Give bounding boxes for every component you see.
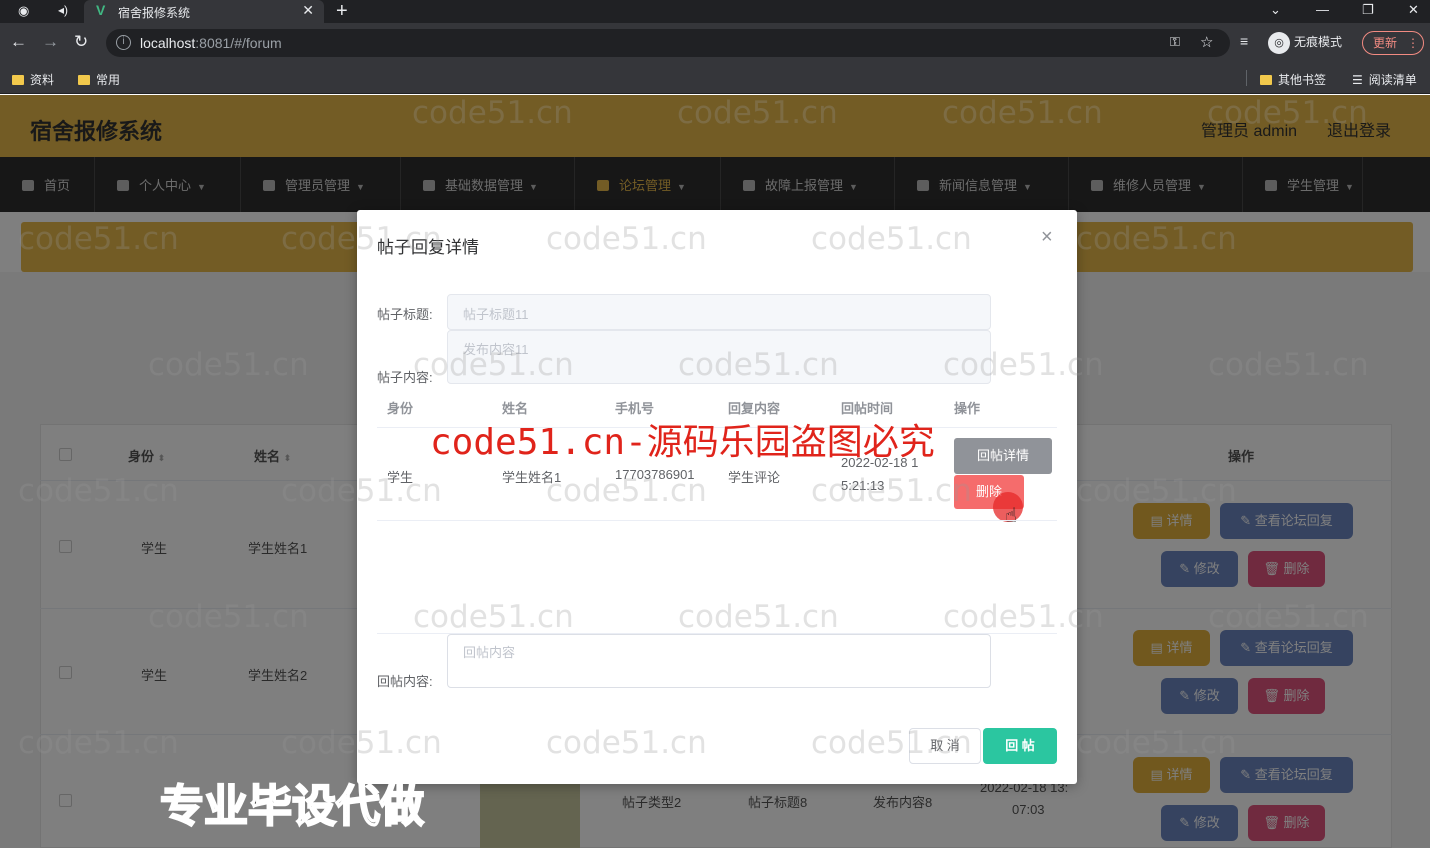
incognito-indicator[interactable]: ◎ 无痕模式	[1268, 32, 1342, 54]
watermark: code51.cn	[413, 599, 574, 635]
watermark: code51.cn	[148, 599, 309, 635]
red-watermark-notice: code51.cn-源码乐园盗图必究	[430, 422, 935, 463]
watermark: code51.cn	[546, 725, 707, 761]
bookmark-label: 常用	[96, 73, 121, 87]
watermark: code51.cn	[281, 473, 442, 509]
watermark: code51.cn	[811, 221, 972, 257]
reply-detail-button[interactable]: 回帖详情	[954, 438, 1052, 474]
watermark: code51.cn	[18, 473, 179, 509]
watermark: code51.cn	[811, 473, 972, 509]
post-title-label: 帖子标题:	[377, 307, 433, 322]
watermark: code51.cn	[546, 473, 707, 509]
watermark: code51.cn	[18, 725, 179, 761]
window-close-icon[interactable]: ✕	[1408, 0, 1419, 20]
key-icon[interactable]: ⚿	[1170, 34, 1180, 50]
bottom-watermark-notice: 专业毕设代做	[159, 781, 425, 832]
forward-icon[interactable]: →	[42, 33, 59, 51]
watermark: code51.cn	[413, 347, 574, 383]
bookmark-divider	[1246, 70, 1247, 86]
watermark: code51.cn	[18, 221, 179, 257]
tab-title: 宿舍报修系统	[118, 6, 191, 20]
folder-icon	[1260, 75, 1272, 85]
folder-icon	[12, 75, 24, 85]
tab-search-chevron-icon[interactable]: ⌄	[1270, 0, 1281, 20]
omnibox[interactable]: i localhost:8081/#/forum ⚿ ☆	[106, 29, 1230, 57]
watermark: code51.cn	[1076, 473, 1237, 509]
globe-icon[interactable]: ◉	[18, 3, 29, 19]
bookmark-label: 阅读清单	[1368, 73, 1417, 87]
watermark: code51.cn	[1076, 221, 1237, 257]
watermark: code51.cn	[942, 95, 1103, 131]
post-title-input[interactable]: 帖子标题11	[447, 294, 991, 330]
incognito-label: 无痕模式	[1294, 35, 1343, 50]
watermark: code51.cn	[281, 221, 442, 257]
watermark: code51.cn	[943, 347, 1104, 383]
watermark: code51.cn	[281, 725, 442, 761]
bookmarks-bar: 资料 常用 其他书签 ☰ 阅读清单	[0, 63, 1430, 94]
address-bar-row: ← → ↻ i localhost:8081/#/forum ⚿ ☆ ≡ ◎ 无痕…	[0, 23, 1430, 63]
browser-tab[interactable]: V 宿舍报修系统 ✕	[84, 0, 324, 23]
watermark: code51.cn	[1208, 599, 1369, 635]
reply-content-textarea[interactable]: 回帖内容	[447, 634, 991, 688]
watermark: code51.cn	[1208, 347, 1369, 383]
hand-cursor-icon: ☝	[1005, 505, 1018, 527]
star-icon[interactable]: ☆	[1200, 33, 1213, 51]
watermark: code51.cn	[546, 221, 707, 257]
watermark: code51.cn	[678, 599, 839, 635]
watermark: code51.cn	[678, 347, 839, 383]
url-text[interactable]: localhost:8081/#/forum	[140, 35, 282, 51]
reading-list-icon[interactable]: ≡	[1240, 33, 1248, 49]
update-label: 更新	[1373, 36, 1398, 50]
close-icon[interactable]: ×	[1041, 226, 1053, 249]
submit-reply-button[interactable]: 回 帖	[983, 728, 1057, 764]
folder-icon	[78, 75, 90, 85]
watermark: code51.cn	[943, 599, 1104, 635]
watermark: code51.cn	[811, 725, 972, 761]
minimize-icon[interactable]: —	[1316, 0, 1329, 20]
watermark: code51.cn	[677, 95, 838, 131]
bookmark-folder-1[interactable]: 资料	[12, 71, 54, 88]
update-button[interactable]: 更新 ⋮	[1362, 31, 1424, 55]
reading-list-icon: ☰	[1352, 73, 1363, 87]
watermark: code51.cn	[1207, 95, 1368, 131]
tab-close-icon[interactable]: ✕	[302, 2, 314, 19]
new-tab-icon[interactable]: +	[336, 0, 348, 22]
reply-table-divider	[377, 520, 1057, 521]
browser-tab-strip: ◉ ◂) V 宿舍报修系统 ✕ + ⌄ — ❐ ✕	[0, 0, 1430, 23]
url-path: :8081/#/forum	[195, 35, 282, 51]
incognito-icon: ◎	[1268, 32, 1290, 54]
bookmark-folder-2[interactable]: 常用	[78, 71, 120, 88]
watermark: code51.cn	[1076, 725, 1237, 761]
reply-header-identity: 身份	[387, 401, 414, 416]
back-icon[interactable]: ←	[10, 33, 27, 51]
menu-dots-icon: ⋮	[1407, 36, 1420, 50]
site-info-icon[interactable]: i	[116, 35, 131, 50]
mute-icon[interactable]: ◂)	[58, 3, 68, 17]
reading-list[interactable]: ☰ 阅读清单	[1352, 71, 1417, 88]
reload-icon[interactable]: ↻	[74, 33, 88, 51]
bookmark-label: 其他书签	[1278, 73, 1327, 87]
reply-content-label: 回帖内容:	[377, 674, 433, 689]
vue-logo-icon: V	[96, 2, 106, 18]
url-host: localhost	[140, 35, 196, 51]
other-bookmarks[interactable]: 其他书签	[1260, 71, 1326, 88]
reply-header-actions: 操作	[954, 401, 981, 416]
watermark: code51.cn	[148, 347, 309, 383]
bookmark-label: 资料	[30, 73, 55, 87]
reply-cell-content: 学生评论	[728, 470, 781, 485]
restore-icon[interactable]: ❐	[1362, 0, 1374, 20]
watermark: code51.cn	[412, 95, 573, 131]
